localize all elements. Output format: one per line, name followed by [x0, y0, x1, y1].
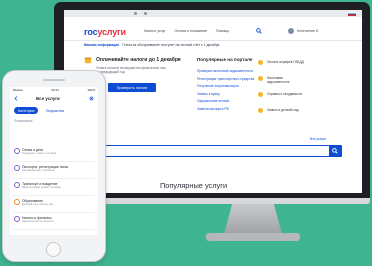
side-item[interactable]: Запись в детский сад: [258, 108, 306, 124]
nav-item-help[interactable]: Помощь: [216, 29, 229, 33]
category-subtitle: Загранпаспорт, прописка: [22, 168, 55, 172]
phone-frame: Beeline 09:41 100% Все услуги Категории …: [2, 70, 106, 262]
side-item-label: Запись в детский сад: [267, 108, 299, 112]
search-button[interactable]: [329, 146, 341, 156]
app-header: Все услуги: [10, 94, 98, 104]
category-subtitle: Водительские права, штрафы: [22, 185, 62, 189]
monitor-foot: [206, 233, 300, 241]
popular-item[interactable]: Получение загранпаспорта: [197, 83, 254, 91]
nav-item-catalog[interactable]: Каталог услуг: [144, 29, 166, 33]
category-item[interactable]: Налоги и финансы Задолженности, вычеты: [13, 213, 95, 230]
tab-departments[interactable]: Ведомства: [42, 107, 68, 114]
all-services-link[interactable]: Все услуги: [310, 137, 326, 141]
app-title: Все услуги: [36, 96, 60, 101]
popular-list: Проверка налоговой задолженности Регистр…: [197, 68, 254, 114]
battery-label: 100%: [87, 88, 95, 92]
section-label: Популярные: [14, 119, 33, 123]
carrier-label: Beeline: [13, 88, 24, 92]
time-label: 09:41: [51, 88, 59, 92]
filter-icon[interactable]: [89, 96, 94, 101]
speaker: [43, 79, 65, 81]
side-list: Оплата штрафов ГИБДД Налоговая задолженн…: [258, 60, 306, 124]
search-input[interactable]: [76, 145, 342, 157]
check-taxes-button[interactable]: Проверить налоги: [108, 83, 156, 92]
tab-categories[interactable]: Категории: [14, 107, 39, 114]
alert-tag: Важная информация: [84, 43, 120, 47]
status-bar: Beeline 09:41 100%: [10, 87, 98, 93]
bullet-icon: [258, 76, 263, 81]
category-item[interactable]: Транспорт и вождение Водительские права,…: [13, 179, 95, 196]
popular-item[interactable]: Запись к врачу: [197, 91, 254, 99]
flag-icon: [348, 12, 356, 16]
banner-title: Оплачивайте налоги до 1 декабря: [96, 57, 181, 63]
avatar: [288, 28, 294, 34]
popular-item[interactable]: Замена паспорта РФ: [197, 106, 254, 114]
popular-services-heading: Популярные услуги: [160, 181, 228, 190]
finance-icon: [14, 216, 20, 222]
home-button[interactable]: [46, 242, 61, 257]
side-item-label: Справка о несудимости: [267, 92, 303, 96]
popular-item[interactable]: Регистрация транспортного средства: [197, 76, 254, 84]
passport-icon: [14, 165, 20, 171]
banner-text: Уплата налогов на имущество физических л…: [96, 66, 166, 75]
monitor-stand: [224, 204, 282, 234]
logo-part-gos: гос: [84, 27, 98, 37]
bullet-icon: [258, 92, 263, 97]
category-subtitle: Задолженности, вычеты: [22, 219, 54, 223]
category-subtitle: Детский сад, школа, вуз: [22, 202, 54, 206]
site-logo[interactable]: госуслуги: [84, 27, 126, 37]
education-icon: [14, 199, 20, 205]
nav-item-payment[interactable]: Оплата и погашение: [175, 29, 207, 33]
calendar-icon: [84, 57, 92, 64]
logo-part-uslugi: услуги: [97, 27, 126, 37]
phone-screen: Beeline 09:41 100% Все услуги Категории …: [10, 87, 98, 235]
back-arrow-icon[interactable]: [14, 96, 19, 101]
side-item[interactable]: Оплата штрафов ГИБДД: [258, 60, 306, 76]
alert-text: Плата за обслуживание поступит на личный…: [122, 43, 220, 47]
phone-tabs: Категории Ведомства: [14, 107, 68, 114]
car-icon: [14, 182, 20, 188]
search-icon: [332, 148, 338, 154]
popular-item[interactable]: Проверка налоговой задолженности: [197, 68, 254, 76]
side-item-label: Оплата штрафов ГИБДД: [267, 60, 304, 64]
bullet-icon: [258, 60, 263, 65]
category-subtitle: Рождение, опека, пособия: [22, 151, 57, 155]
category-item[interactable]: Паспорта, регистрация, визы Загранпаспор…: [13, 162, 95, 179]
side-item-label: Налоговая задолженность: [267, 76, 290, 84]
side-item[interactable]: Налоговая задолженность: [258, 76, 306, 92]
header-divider: [64, 40, 362, 41]
bullet-icon: [258, 108, 263, 113]
user-menu[interactable]: Константин К.: [288, 28, 319, 34]
popular-item[interactable]: Оформление пенсии: [197, 98, 254, 106]
search-icon[interactable]: [256, 28, 262, 34]
category-item[interactable]: Образование Детский сад, школа, вуз: [13, 196, 95, 213]
top-strip: [64, 10, 362, 17]
side-item[interactable]: Справка о несудимости: [258, 92, 306, 108]
category-item[interactable]: Семья и дети Рождение, опека, пособия: [13, 145, 95, 162]
user-name: Константин К.: [297, 29, 319, 33]
alert-line[interactable]: Важная информация Плата за обслуживание …: [84, 43, 219, 47]
popular-title: Популярные на портале: [197, 57, 253, 62]
desktop-screen: госуслуги Каталог услуг Оплата и погашен…: [64, 10, 362, 193]
category-list: Семья и дети Рождение, опека, пособия Па…: [13, 145, 95, 230]
main-nav: Каталог услуг Оплата и погашение Помощь: [144, 29, 229, 33]
family-icon: [14, 148, 20, 154]
